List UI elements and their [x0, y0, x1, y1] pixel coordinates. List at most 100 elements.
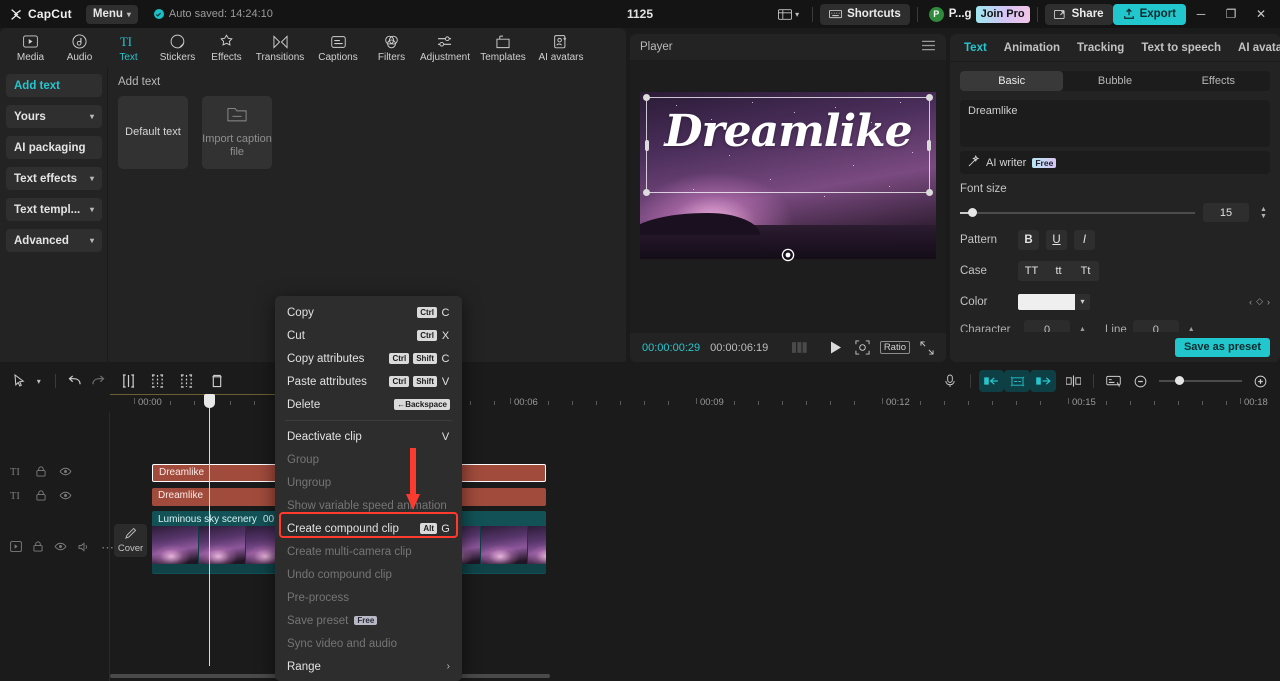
playhead-handle[interactable]	[204, 394, 215, 408]
zoom-in-icon[interactable]	[1249, 370, 1272, 392]
resize-handle-ml[interactable]	[645, 140, 649, 151]
card-default-text[interactable]: Default text	[118, 96, 188, 169]
segment-basic[interactable]: Basic	[960, 71, 1064, 91]
tab-effects[interactable]: Effects	[202, 28, 251, 68]
category-advanced[interactable]: Advanced ▾	[6, 229, 102, 252]
save-as-preset-button[interactable]: Save as preset	[1174, 337, 1270, 357]
keyframe-controls[interactable]: ‹ ◇ ›	[1249, 296, 1270, 307]
close-button[interactable]: ✕	[1246, 0, 1276, 28]
tab-filters[interactable]: Filters	[367, 28, 416, 68]
resize-handle-bl[interactable]	[643, 189, 650, 196]
menu-item-delete[interactable]: Delete ←Backspace	[275, 393, 462, 416]
split-icon[interactable]	[117, 370, 140, 392]
tab-text[interactable]: TI Text	[104, 28, 153, 68]
redo-icon[interactable]	[87, 370, 110, 392]
case-title-button[interactable]: Tt	[1072, 261, 1099, 281]
tab-text[interactable]: Text	[964, 42, 987, 54]
card-import-caption-file[interactable]: Import caption file	[202, 96, 272, 169]
ratio-button[interactable]: Ratio	[879, 341, 910, 354]
keyframe-diamond-icon[interactable]: ◇	[1256, 296, 1263, 307]
cover-button[interactable]: Cover	[114, 524, 147, 557]
tab-templates[interactable]: Templates	[474, 28, 532, 68]
join-pro-button[interactable]: Join Pro	[975, 5, 1030, 23]
chevron-down-icon[interactable]: ▾	[1075, 293, 1090, 310]
category-text-effects[interactable]: Text effects ▾	[6, 167, 102, 190]
menu-item-copy[interactable]: Copy Ctrl C	[275, 301, 462, 324]
tab-ai-avatar[interactable]: AI avatar	[1238, 42, 1280, 54]
menu-item-paste-attributes[interactable]: Paste attributes Ctrl Shift V	[275, 370, 462, 393]
maximize-button[interactable]: ❐	[1216, 0, 1246, 28]
playhead[interactable]	[204, 394, 215, 666]
eye-icon[interactable]	[54, 542, 67, 554]
segment-bubble[interactable]: Bubble	[1063, 71, 1166, 91]
menu-item-cut[interactable]: Cut Ctrl X	[275, 324, 462, 347]
text-input[interactable]: Dreamlike	[960, 100, 1270, 147]
anchor-point-icon[interactable]	[781, 248, 795, 262]
category-add-text[interactable]: Add text	[6, 74, 102, 97]
record-voiceover-icon[interactable]	[939, 370, 962, 392]
segment-effects[interactable]: Effects	[1167, 71, 1270, 91]
tool-dropdown-icon[interactable]: ▾	[31, 370, 47, 392]
trim-left-icon[interactable]	[146, 370, 169, 392]
eye-icon[interactable]	[59, 491, 72, 503]
resize-handle-tl[interactable]	[643, 94, 650, 101]
keyframe-next-icon[interactable]: ›	[1267, 297, 1270, 307]
category-yours[interactable]: Yours ▾	[6, 105, 102, 128]
tab-adjustment[interactable]: Adjustment	[416, 28, 474, 68]
menu-item-create-compound-clip[interactable]: Create compound clip Alt G	[275, 517, 462, 540]
zoom-out-icon[interactable]	[1129, 370, 1152, 392]
export-button[interactable]: Export	[1112, 3, 1186, 25]
mirror-split-icon[interactable]	[1062, 370, 1085, 392]
case-lower-button[interactable]: tt	[1045, 261, 1072, 281]
tab-text-to-speech[interactable]: Text to speech	[1141, 42, 1221, 54]
play-button[interactable]	[830, 341, 842, 354]
share-button[interactable]: Share	[1044, 3, 1113, 25]
tab-audio[interactable]: Audio	[55, 28, 104, 68]
tab-media[interactable]: Media	[6, 28, 55, 68]
font-size-value[interactable]: 15	[1203, 203, 1249, 222]
font-size-stepper[interactable]: ▲ ▼	[1257, 206, 1270, 220]
font-size-slider[interactable]	[960, 207, 1195, 217]
case-upper-button[interactable]: TT	[1018, 261, 1045, 281]
keyframe-prev-icon[interactable]: ‹	[1249, 297, 1252, 307]
tab-stickers[interactable]: Stickers	[153, 28, 202, 68]
shortcuts-button[interactable]: Shortcuts	[820, 3, 910, 25]
auto-captions-icon[interactable]	[1004, 370, 1031, 392]
tab-tracking[interactable]: Tracking	[1077, 42, 1124, 54]
fullscreen-icon[interactable]	[920, 340, 934, 355]
keyframe-view-icon[interactable]	[1102, 370, 1125, 392]
text-selection-box[interactable]	[643, 94, 933, 196]
select-tool-icon[interactable]	[8, 370, 31, 392]
zoom-slider[interactable]	[1158, 376, 1243, 385]
lock-icon[interactable]	[33, 541, 43, 555]
resize-handle-mr[interactable]	[927, 140, 931, 151]
underline-button[interactable]: U	[1046, 229, 1067, 250]
tab-transitions[interactable]: Transitions	[251, 28, 309, 68]
frame-step-icon[interactable]	[792, 342, 808, 353]
bold-button[interactable]: B	[1018, 229, 1039, 250]
category-text-templates[interactable]: Text templ... ▾	[6, 198, 102, 221]
italic-button[interactable]: I	[1074, 229, 1095, 250]
zoom-fit-icon[interactable]	[855, 340, 870, 355]
undo-icon[interactable]	[64, 370, 87, 392]
timeline-ruler[interactable]: 00:00 00:03 00:06 00:09 00:12 00:15 00:1…	[0, 394, 1280, 412]
zoom-slider-knob[interactable]	[1174, 376, 1184, 385]
minimize-button[interactable]: ─	[1186, 0, 1216, 28]
lock-icon[interactable]	[36, 490, 46, 504]
resize-handle-br[interactable]	[926, 189, 933, 196]
resize-handle-tr[interactable]	[926, 94, 933, 101]
eye-icon[interactable]	[59, 467, 72, 479]
color-swatch[interactable]	[1018, 293, 1075, 310]
tab-captions[interactable]: Captions	[309, 28, 367, 68]
menu-item-deactivate-clip[interactable]: Deactivate clip V	[275, 425, 462, 448]
tab-animation[interactable]: Animation	[1004, 42, 1060, 54]
trim-right-icon[interactable]	[175, 370, 198, 392]
lock-icon[interactable]	[36, 466, 46, 480]
slider-knob[interactable]	[968, 207, 977, 217]
volume-icon[interactable]	[78, 541, 90, 555]
user-account[interactable]: P P...g	[925, 6, 976, 22]
menu-item-copy-attributes[interactable]: Copy attributes Ctrl Shift C	[275, 347, 462, 370]
menu-button[interactable]: Menu ▾	[85, 4, 138, 24]
auto-cut-left-icon[interactable]	[978, 370, 1005, 392]
ai-writer-button[interactable]: AI writer Free	[960, 151, 1270, 174]
